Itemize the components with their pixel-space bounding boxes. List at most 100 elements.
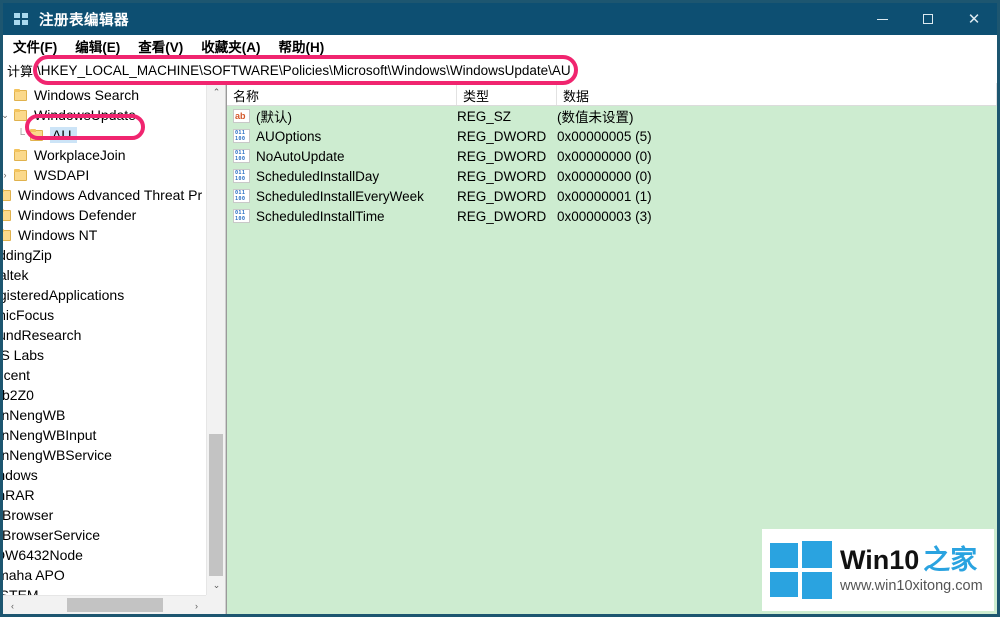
value-name-label: ScheduledInstallEveryWeek [256, 188, 424, 204]
dword-value-icon [233, 169, 250, 183]
tree-item[interactable]: SRS Labs [3, 345, 206, 365]
tree-item-label: Windows [3, 467, 38, 483]
close-icon: ✕ [967, 9, 981, 28]
value-row[interactable]: ScheduledInstallDay REG_DWORD 0x00000000 (… [227, 166, 997, 186]
title-bar: 注册表编辑器 ✕ [3, 3, 997, 35]
watermark-brand-suffix: 之家 [923, 545, 978, 576]
string-value-icon [233, 109, 250, 123]
value-row[interactable]: (默认) REG_SZ (数值未设置) [227, 106, 997, 126]
tree-item-label: WnBrowserService [3, 527, 101, 543]
folder-icon [3, 228, 13, 242]
value-type-cell: REG_DWORD [457, 208, 547, 224]
folder-icon [13, 148, 29, 162]
tree-item[interactable]: WinRAR [3, 485, 206, 505]
tree-item-label: PuddingZip [3, 247, 52, 263]
menu-item-file[interactable]: 文件(F) [5, 34, 65, 58]
column-header-type[interactable]: 类型 [457, 83, 557, 105]
column-header-name[interactable]: 名称 [227, 83, 457, 105]
tree-item[interactable]: SoundResearch [3, 325, 206, 345]
value-data-cell: 0x00000005 (5) [557, 128, 652, 144]
scroll-right-icon[interactable]: › [187, 596, 206, 614]
value-name-label: AUOptions [256, 128, 322, 144]
tree-item[interactable]: SonicFocus [3, 305, 206, 325]
tree-item-label: Yamaha APO [3, 567, 65, 583]
tree-item[interactable]: WanNengWBInput [3, 425, 206, 445]
tree-line-icon: └ [17, 129, 25, 141]
tree-item[interactable]: WanNengWBService [3, 445, 206, 465]
registry-editor-window: 注册表编辑器 ✕ 文件(F) 编辑(E) 查看(V) 收藏夹(A) 帮助(H) … [0, 0, 1000, 617]
tree-item[interactable]: SYSTEM [3, 585, 206, 595]
address-bar-path[interactable]: \HKEY_LOCAL_MACHINE\SOFTWARE\Policies\Mi… [33, 63, 997, 78]
scroll-down-icon[interactable]: ⌄ [207, 576, 225, 595]
tree-vscroll-thumb[interactable] [209, 434, 223, 591]
value-row[interactable]: ScheduledInstallTime REG_DWORD 0x00000003 … [227, 206, 997, 226]
tree-item[interactable]: Windows Defender [3, 205, 206, 225]
watermark: Win10 之家 www.win10xitong.com [762, 529, 994, 611]
scrollbar-corner [206, 595, 225, 614]
scroll-left-icon[interactable]: ‹ [3, 596, 22, 614]
folder-icon [3, 188, 13, 202]
tree-vertical-scrollbar[interactable]: ⌃ ⌄ [206, 83, 225, 595]
value-name-cell: ScheduledInstallEveryWeek [227, 189, 457, 204]
column-header-data[interactable]: 数据 [557, 83, 997, 105]
maximize-button[interactable] [905, 3, 951, 35]
value-name-label: ScheduledInstallDay [256, 168, 380, 184]
value-name-label: (默认) [256, 110, 292, 125]
tree-item[interactable]: WnBrowserService [3, 525, 206, 545]
tree-item[interactable]: Windows Search [3, 85, 206, 105]
menu-item-favorites[interactable]: 收藏夹(A) [193, 34, 268, 58]
value-name-label: ScheduledInstallTime [256, 208, 385, 224]
tree-item[interactable]: Yamaha APO [3, 565, 206, 585]
value-row[interactable]: AUOptions REG_DWORD 0x00000005 (5) [227, 126, 997, 146]
chevron-down-icon[interactable]: ⌄ [3, 110, 13, 121]
window-controls: ✕ [859, 3, 997, 35]
tree-item-label: SYSTEM [3, 587, 39, 595]
tree-item[interactable]: └ AU [3, 125, 206, 145]
maximize-icon [923, 14, 933, 24]
tree-item-label: WnBrowser [3, 507, 54, 523]
tree-item-label: WanNengWBService [3, 447, 112, 463]
tree-item[interactable]: Realtek [3, 265, 206, 285]
tree-item[interactable]: Windows [3, 465, 206, 485]
tree-item-label: SonicFocus [3, 307, 55, 323]
tree-item[interactable]: WOW6432Node [3, 545, 206, 565]
tree-item-label: Tencent [3, 367, 31, 383]
tree-item[interactable]: XlTb2Z0 [3, 385, 206, 405]
tree-item-label: WanNengWB [3, 407, 66, 423]
value-name-cell: ScheduledInstallTime [227, 209, 457, 224]
value-name-cell: (默认) [227, 106, 457, 126]
tree-item[interactable]: Tencent [3, 365, 206, 385]
folder-icon [3, 208, 13, 222]
watermark-url: www.win10xitong.com [840, 577, 983, 594]
menu-item-help[interactable]: 帮助(H) [271, 34, 333, 58]
address-bar[interactable]: 计算 \HKEY_LOCAL_MACHINE\SOFTWARE\Policies… [3, 57, 997, 84]
tree-hscroll-thumb[interactable] [67, 598, 163, 612]
scroll-up-icon[interactable]: ⌃ [207, 83, 225, 102]
close-button[interactable]: ✕ [951, 3, 997, 35]
tree-item[interactable]: ⌄ WindowsUpdate [3, 105, 206, 125]
folder-icon [13, 168, 29, 182]
minimize-button[interactable] [859, 3, 905, 35]
tree-item[interactable]: WanNengWB [3, 405, 206, 425]
chevron-right-icon[interactable]: › [3, 170, 13, 180]
menu-item-edit[interactable]: 编辑(E) [67, 34, 128, 58]
value-type-cell: REG_DWORD [457, 128, 547, 144]
tree-item[interactable]: Windows NT [3, 225, 206, 245]
dword-value-icon [233, 149, 250, 163]
tree-item-label: WinRAR [3, 487, 35, 503]
tree-item-label: Windows Defender [18, 207, 137, 223]
window-title: 注册表编辑器 [39, 12, 129, 29]
tree-item[interactable]: PuddingZip [3, 245, 206, 265]
tree-item[interactable]: WorkplaceJoin [3, 145, 206, 165]
tree-horizontal-scrollbar[interactable]: ‹ › [3, 595, 206, 614]
tree-item[interactable]: RegisteredApplications [3, 285, 206, 305]
value-row[interactable]: NoAutoUpdate REG_DWORD 0x00000000 (0) [227, 146, 997, 166]
tree-item-label: SRS Labs [3, 347, 45, 363]
value-data-cell: 0x00000000 (0) [557, 148, 652, 164]
tree-item-label: Windows Advanced Threat Pr [18, 187, 203, 203]
value-row[interactable]: ScheduledInstallEveryWeek REG_DWORD 0x0000… [227, 186, 997, 206]
tree-item[interactable]: Windows Advanced Threat Pr [3, 185, 206, 205]
tree-item[interactable]: › WSDAPI [3, 165, 206, 185]
tree-item[interactable]: WnBrowser [3, 505, 206, 525]
menu-item-view[interactable]: 查看(V) [130, 34, 191, 58]
